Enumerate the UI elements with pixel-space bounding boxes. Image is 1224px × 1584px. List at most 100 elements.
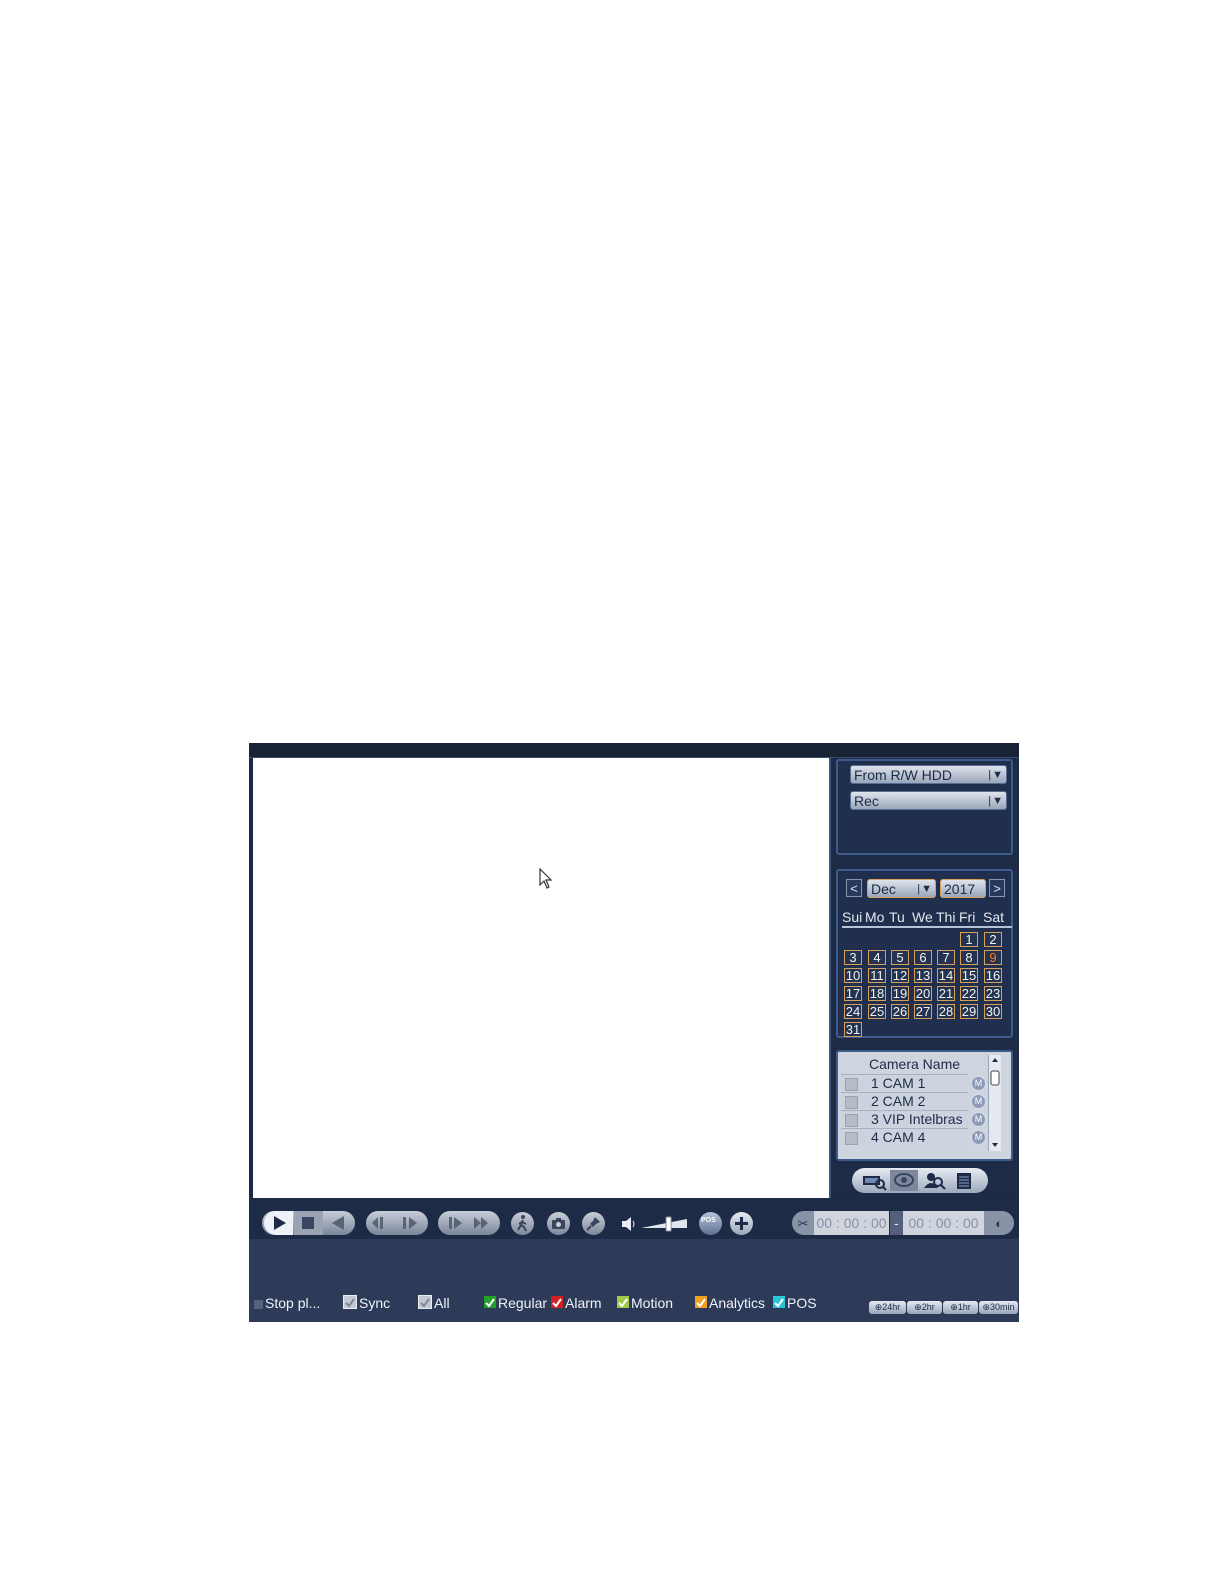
calendar-day[interactable]: 10 bbox=[844, 968, 862, 983]
stop-button[interactable] bbox=[294, 1211, 323, 1235]
camera-main-stream-button[interactable]: M bbox=[971, 1094, 986, 1109]
calendar-day[interactable]: 5 bbox=[891, 950, 909, 965]
calendar-day[interactable]: 20 bbox=[914, 986, 932, 1001]
slow-fast-icon[interactable] bbox=[438, 1211, 500, 1235]
camera-main-stream-button[interactable]: M bbox=[971, 1112, 986, 1127]
alarm-label: Alarm bbox=[565, 1295, 602, 1311]
calendar-day[interactable]: 3 bbox=[844, 950, 862, 965]
backup-icon: ◐ bbox=[995, 1216, 1003, 1231]
camera-main-stream-button[interactable]: M bbox=[971, 1130, 986, 1145]
stop-preview-option[interactable]: Stop pl... bbox=[254, 1295, 320, 1311]
calendar-day[interactable]: 27 bbox=[914, 1004, 932, 1019]
camera-checkbox[interactable] bbox=[845, 1096, 858, 1109]
camera-checkbox[interactable] bbox=[845, 1078, 858, 1091]
camera-checkbox[interactable] bbox=[845, 1114, 858, 1127]
camera-list-header: Camera Name bbox=[869, 1056, 961, 1072]
motion-checkbox[interactable]: Motion bbox=[617, 1295, 673, 1311]
calendar-day[interactable]: 21 bbox=[937, 986, 955, 1001]
calendar-day[interactable]: 26 bbox=[891, 1004, 909, 1019]
pos-checkbox[interactable]: POS bbox=[773, 1295, 817, 1311]
calendar-day[interactable]: 8 bbox=[960, 950, 978, 965]
smart-search-icon[interactable] bbox=[890, 1170, 918, 1191]
smart-search-button[interactable] bbox=[511, 1212, 534, 1235]
backup-button[interactable]: ◐ bbox=[984, 1211, 1014, 1235]
month-select[interactable]: Dec ▼ bbox=[867, 879, 936, 898]
camera-row[interactable]: 4 CAM 4 bbox=[841, 1128, 968, 1145]
calendar-day[interactable]: 4 bbox=[868, 950, 886, 965]
volume-control[interactable] bbox=[621, 1215, 691, 1233]
calendar-day[interactable]: 30 bbox=[984, 1004, 1002, 1019]
calendar-day[interactable]: 2 bbox=[984, 932, 1002, 947]
play-backward-button[interactable] bbox=[324, 1211, 353, 1235]
zoom-30min-button[interactable]: ⊕30min bbox=[979, 1301, 1018, 1314]
walking-person-icon bbox=[517, 1215, 527, 1232]
stop-icon bbox=[254, 1300, 263, 1309]
zoom-1hr-label: 1hr bbox=[957, 1302, 971, 1312]
sync-checkbox[interactable]: Sync bbox=[343, 1295, 390, 1311]
regular-checkbox[interactable]: Regular bbox=[484, 1295, 547, 1311]
start-time-field[interactable]: 00 : 00 : 00 bbox=[814, 1211, 889, 1235]
checkbox-checked-icon bbox=[418, 1295, 432, 1309]
pos-button[interactable]: POS bbox=[699, 1212, 722, 1235]
clip-start-button[interactable]: ✂ bbox=[792, 1211, 814, 1235]
calendar-day[interactable]: 24 bbox=[844, 1004, 862, 1019]
calendar-day[interactable]: 22 bbox=[960, 986, 978, 1001]
zoom-24hr-button[interactable]: ⊕24hr bbox=[869, 1301, 906, 1314]
calendar-day[interactable]: 18 bbox=[868, 986, 886, 1001]
checkbox-checked-icon bbox=[551, 1296, 563, 1308]
calendar-day[interactable]: 9 bbox=[984, 950, 1002, 965]
face-search-icon[interactable] bbox=[920, 1170, 948, 1191]
play-control-group bbox=[262, 1211, 355, 1235]
camera-main-stream-button[interactable]: M bbox=[971, 1076, 986, 1091]
camera-row[interactable]: 1 CAM 1 bbox=[841, 1074, 968, 1091]
calendar-day[interactable]: 1 bbox=[960, 932, 978, 947]
zoom-2hr-button[interactable]: ⊕2hr bbox=[907, 1301, 942, 1314]
calendar-day[interactable]: 12 bbox=[891, 968, 909, 983]
calendar-day[interactable]: 6 bbox=[914, 950, 932, 965]
calendar-day[interactable]: 28 bbox=[937, 1004, 955, 1019]
camera-checkbox[interactable] bbox=[845, 1132, 858, 1145]
camera-list-scrollbar[interactable] bbox=[988, 1055, 1001, 1151]
year-field[interactable]: 2017 bbox=[940, 879, 986, 898]
calendar-day[interactable]: 16 bbox=[984, 968, 1002, 983]
calendar-day[interactable]: 15 bbox=[960, 968, 978, 983]
calendar-day[interactable]: 25 bbox=[868, 1004, 886, 1019]
speaker-icon bbox=[622, 1217, 635, 1231]
list-icon[interactable] bbox=[950, 1170, 978, 1191]
frame-step-icon[interactable] bbox=[366, 1211, 428, 1235]
calendar-day[interactable]: 23 bbox=[984, 986, 1002, 1001]
calendar-divider bbox=[842, 926, 1012, 928]
camera-row[interactable]: 2 CAM 2 bbox=[841, 1092, 968, 1109]
calendar-day[interactable]: 7 bbox=[937, 950, 955, 965]
source-box: From R/W HDD ▼ Rec ▼ bbox=[836, 759, 1013, 855]
alarm-checkbox[interactable]: Alarm bbox=[551, 1295, 602, 1311]
source-select[interactable]: From R/W HDD ▼ bbox=[850, 765, 1007, 784]
camera-row[interactable]: 3 VIP Intelbras bbox=[841, 1110, 968, 1127]
snapshot-button[interactable] bbox=[547, 1212, 570, 1235]
calendar-day[interactable]: 29 bbox=[960, 1004, 978, 1019]
zoom-1hr-button[interactable]: ⊕1hr bbox=[943, 1301, 978, 1314]
search-file-icon[interactable] bbox=[860, 1170, 888, 1191]
video-area[interactable] bbox=[253, 758, 831, 1198]
volume-slider-knob bbox=[665, 1216, 672, 1232]
record-type-select[interactable]: Rec ▼ bbox=[850, 791, 1007, 810]
weekday-tue: Tu bbox=[889, 909, 905, 925]
weekday-mon: Mo bbox=[865, 909, 885, 925]
zoom-in-button[interactable] bbox=[730, 1212, 753, 1235]
prev-month-button[interactable]: < bbox=[846, 879, 862, 897]
play-button[interactable] bbox=[264, 1211, 293, 1235]
analytics-checkbox[interactable]: Analytics bbox=[695, 1295, 765, 1311]
chevron-down-icon: ▼ bbox=[917, 880, 932, 899]
end-time-field[interactable]: 00 : 00 : 00 bbox=[903, 1211, 984, 1235]
calendar-day[interactable]: 19 bbox=[891, 986, 909, 1001]
calendar-day[interactable]: 17 bbox=[844, 986, 862, 1001]
calendar-day[interactable]: 11 bbox=[868, 968, 886, 983]
mark-button[interactable] bbox=[582, 1212, 605, 1235]
scissors-icon: ✂ bbox=[797, 1216, 809, 1231]
next-month-button[interactable]: > bbox=[989, 879, 1005, 897]
calendar-day[interactable]: 13 bbox=[914, 968, 932, 983]
source-select-label: From R/W HDD bbox=[854, 767, 952, 783]
all-checkbox[interactable]: All bbox=[418, 1295, 450, 1311]
calendar-day[interactable]: 31 bbox=[844, 1022, 862, 1037]
calendar-day[interactable]: 14 bbox=[937, 968, 955, 983]
